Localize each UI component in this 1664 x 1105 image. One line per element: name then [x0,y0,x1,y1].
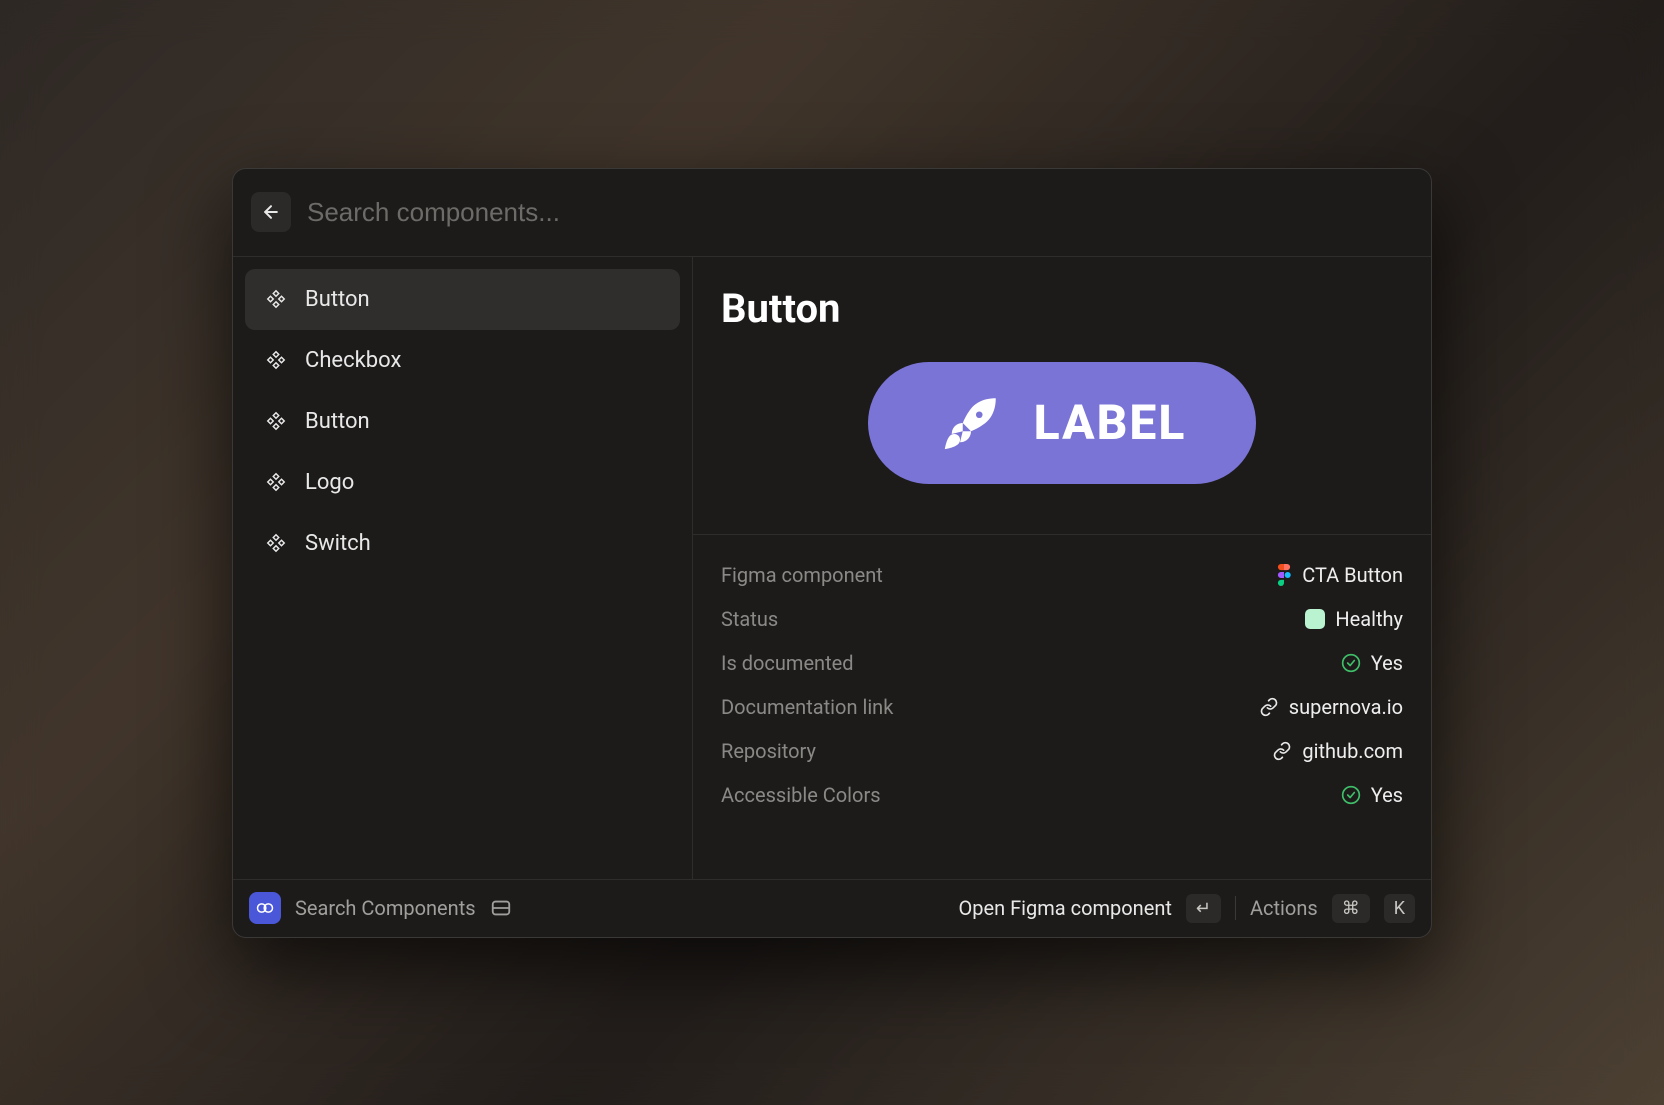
extension-icon [249,892,281,924]
prop-value[interactable]: supernova.io [1259,695,1403,719]
prop-value[interactable]: CTA Button [1276,563,1403,587]
prop-label: Repository [721,739,816,763]
panel-footer: Search Components Open Figma component ↵… [233,879,1431,937]
prop-label: Is documented [721,651,854,675]
search-bar [233,169,1431,257]
link-icon [1259,697,1279,717]
component-icon [265,349,287,371]
search-input[interactable] [307,197,1413,228]
status-swatch-icon [1305,609,1325,629]
sidebar-item-logo[interactable]: Logo [245,452,680,513]
sidebar-item-label: Logo [305,470,354,495]
preview-cta-button: LABEL [868,362,1257,484]
check-circle-icon [1341,785,1361,805]
component-icon [265,471,287,493]
prop-repository: Repository github.com [721,729,1403,773]
k-key-hint: K [1384,894,1415,923]
sidebar-item-label: Button [305,287,370,312]
sidebar-item-label: Button [305,409,370,434]
command-palette: Button Checkbox Button Logo [232,168,1432,938]
back-button[interactable] [251,192,291,232]
prop-figma-component: Figma component CTA Button [721,553,1403,597]
prop-value: Healthy [1305,607,1403,631]
prop-label: Status [721,607,778,631]
extension-name: Search Components [295,896,476,920]
prop-documentation-link: Documentation link supernova.io [721,685,1403,729]
detail-title: Button [693,257,1431,332]
rocket-icon [938,390,1004,456]
component-preview: LABEL [693,332,1431,535]
link-icon [1272,741,1292,761]
check-circle-icon [1341,653,1361,673]
component-list: Button Checkbox Button Logo [233,257,693,879]
component-icon [265,532,287,554]
sidebar-item-button-2[interactable]: Button [245,391,680,452]
divider [1235,896,1236,920]
cmd-key-hint: ⌘ [1332,894,1370,923]
preview-button-label: LABEL [1034,394,1187,451]
prop-label: Documentation link [721,695,893,719]
primary-action-label[interactable]: Open Figma component [958,896,1171,920]
property-list: Figma component CTA Button Status Health… [693,535,1431,879]
enter-key-hint: ↵ [1186,894,1221,923]
prop-label: Accessible Colors [721,783,881,807]
figma-icon [1276,564,1292,586]
prop-status: Status Healthy [721,597,1403,641]
sidebar-item-label: Checkbox [305,348,401,373]
sidebar-item-switch[interactable]: Switch [245,513,680,574]
window-icon [490,897,512,919]
actions-label[interactable]: Actions [1250,896,1318,920]
sidebar-item-checkbox[interactable]: Checkbox [245,330,680,391]
arrow-left-icon [261,202,281,222]
sidebar-item-label: Switch [305,531,371,556]
component-icon [265,410,287,432]
panel-body: Button Checkbox Button Logo [233,257,1431,879]
prop-is-documented: Is documented Yes [721,641,1403,685]
prop-value[interactable]: github.com [1272,739,1403,763]
detail-pane: Button LABEL Figma component CTA Button … [693,257,1431,879]
prop-value: Yes [1341,783,1403,807]
component-icon [265,288,287,310]
prop-value: Yes [1341,651,1403,675]
prop-label: Figma component [721,563,883,587]
prop-accessible-colors: Accessible Colors Yes [721,773,1403,817]
sidebar-item-button[interactable]: Button [245,269,680,330]
